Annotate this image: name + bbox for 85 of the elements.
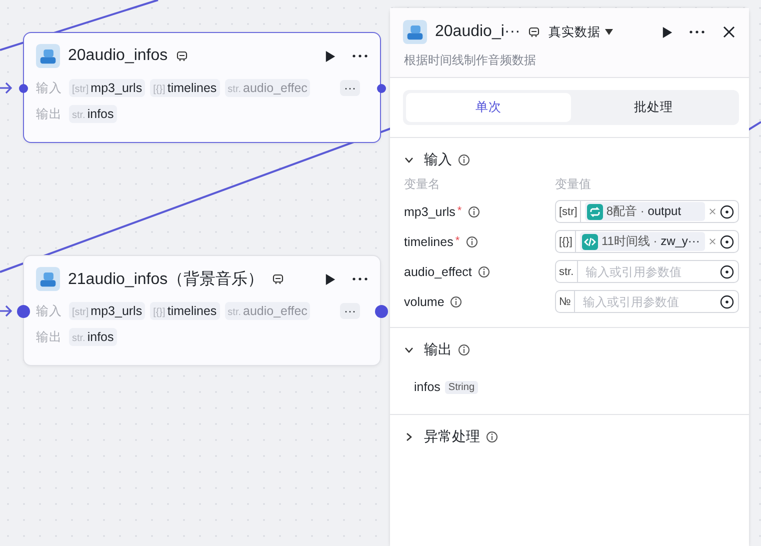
- info-icon: [466, 236, 478, 248]
- more-icon[interactable]: [689, 30, 705, 34]
- inputs-label: 输入: [36, 302, 62, 320]
- target-icon[interactable]: [720, 294, 734, 308]
- info-icon: [486, 431, 498, 443]
- reference-chip[interactable]: 8配音 · output: [585, 202, 705, 221]
- parameter-tag: [{}] timelines: [150, 302, 220, 320]
- required-mark: *: [455, 234, 460, 246]
- connection-line: [747, 121, 761, 131]
- column-header: 变量名: [404, 176, 441, 193]
- type-tag: str.: [556, 261, 578, 282]
- type-tag: String: [445, 380, 478, 394]
- outputs-label: 输出: [36, 106, 62, 122]
- play-icon[interactable]: [325, 50, 336, 62]
- value-field[interactable]: str. 输入或引用参数值: [555, 260, 739, 283]
- required-mark: *: [457, 204, 462, 216]
- reference-chip[interactable]: 11时间线 · zw_y···: [580, 232, 705, 251]
- clear-icon[interactable]: [709, 208, 716, 215]
- panel-title: 20audio_i···: [435, 23, 520, 41]
- plugin-icon: [36, 267, 60, 291]
- workflow-node[interactable]: 20audio_infos 输入 [str] mp3_urls [{}] timelines str. audio_effec ··· 输出 str. infos: [23, 32, 381, 143]
- parameter-tag: str. infos: [69, 328, 117, 346]
- play-icon[interactable]: [662, 26, 673, 38]
- target-icon[interactable]: [720, 204, 734, 218]
- more-button[interactable]: ···: [340, 303, 360, 319]
- info-icon: [458, 344, 470, 356]
- clear-icon[interactable]: [709, 238, 716, 245]
- parameter-tag: str. infos: [69, 105, 117, 123]
- node-title: 20audio_infos: [68, 47, 168, 65]
- input-field[interactable]: 输入或引用参数值: [578, 294, 716, 308]
- parameter-tag: [str] mp3_urls: [69, 79, 146, 97]
- mode-tab[interactable]: 单次: [406, 93, 571, 122]
- parameter-tag: [str] mp3_urls: [69, 302, 146, 320]
- play-icon[interactable]: [325, 272, 336, 286]
- inputs-label: 输入: [36, 80, 62, 96]
- arrow-icon: [0, 305, 12, 317]
- close-icon[interactable]: [723, 26, 735, 38]
- more-icon[interactable]: [352, 277, 368, 281]
- type-tag: [str]: [556, 201, 582, 222]
- type-tag: [{}]: [556, 231, 576, 252]
- value-field[interactable]: [{}] 11时间线 · zw_y···: [555, 230, 739, 253]
- target-icon[interactable]: [720, 234, 734, 248]
- value-field[interactable]: № 输入或引用参数值: [555, 290, 739, 313]
- parameter-name: audio_effect: [404, 264, 472, 278]
- data-mode-dropdown[interactable]: 真实数据: [548, 24, 614, 40]
- parameter-tag: [{}] timelines: [150, 79, 220, 97]
- port-dot[interactable]: [16, 304, 30, 318]
- parameter-name: volume: [404, 294, 444, 308]
- robot-icon: [176, 50, 188, 62]
- chevron-icon[interactable]: [404, 155, 414, 165]
- port-dot[interactable]: [18, 84, 28, 92]
- section-title: 输出: [424, 341, 452, 359]
- parameter-tag: str. audio_effec: [224, 302, 310, 320]
- arrow-icon: [0, 82, 12, 94]
- robot-icon: [272, 273, 284, 285]
- output-name: infos: [414, 380, 440, 394]
- value-field[interactable]: [str] 8配音 · output: [555, 200, 739, 223]
- info-icon: [468, 206, 480, 218]
- column-header: 变量值: [555, 176, 592, 193]
- chevron-icon[interactable]: [404, 345, 414, 355]
- type-tag: №: [556, 291, 575, 312]
- chevron-icon[interactable]: [404, 432, 414, 442]
- mode-tab[interactable]: 批处理: [571, 93, 736, 122]
- section-title: 输入: [424, 151, 452, 169]
- code-icon: [582, 234, 598, 250]
- caret-icon: [605, 29, 614, 35]
- loop-icon: [587, 204, 604, 220]
- parameter-tag: str. audio_effec: [224, 79, 310, 97]
- more-icon[interactable]: [352, 54, 368, 58]
- robot-icon: [528, 26, 540, 38]
- node-description: 根据时间线制作音频数据: [390, 50, 749, 78]
- more-button[interactable]: ···: [340, 80, 360, 96]
- input-field[interactable]: 输入或引用参数值: [582, 264, 716, 278]
- parameter-name: timelines: [404, 234, 454, 248]
- node-title: 21audio_infos（背景音乐）: [68, 270, 264, 290]
- parameter-name: mp3_urls: [404, 204, 456, 218]
- outputs-label: 输出: [36, 328, 62, 346]
- plugin-icon: [36, 44, 60, 68]
- info-icon: [478, 266, 490, 278]
- info-icon: [450, 296, 462, 308]
- workflow-node[interactable]: 21audio_infos（背景音乐） 输入 [str] mp3_urls [{}] timelines str. audio_effec ··· 输出 str. infos: [23, 255, 381, 366]
- section-title: 异常处理: [424, 428, 480, 446]
- info-icon: [458, 154, 470, 166]
- target-icon[interactable]: [720, 264, 734, 278]
- plugin-icon: [403, 20, 427, 44]
